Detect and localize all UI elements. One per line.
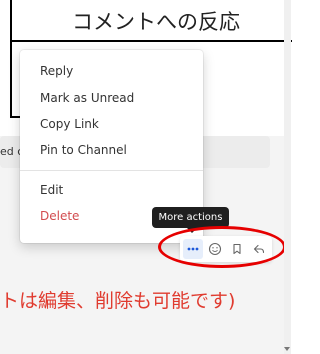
page-title: コメントへの反応 — [72, 10, 240, 34]
menu-divider — [20, 170, 203, 171]
callout-border-left — [10, 42, 12, 117]
title-callout: コメントへの反応 — [10, 0, 292, 42]
menu-item-pin-to-channel[interactable]: Pin to Channel — [40, 143, 127, 157]
scroll-down-icon[interactable] — [284, 347, 290, 351]
menu-item-mark-as-unread[interactable]: Mark as Unread — [40, 91, 134, 105]
menu-item-copy-link[interactable]: Copy Link — [40, 117, 99, 131]
highlight-oval — [158, 226, 286, 268]
menu-item-reply[interactable]: Reply — [40, 64, 73, 78]
annotation-text: トは編集、削除も可能です) — [0, 290, 236, 312]
more-actions-tooltip: More actions — [152, 207, 229, 228]
scrollbar[interactable] — [284, 0, 291, 354]
menu-item-edit[interactable]: Edit — [40, 183, 63, 197]
menu-item-delete[interactable]: Delete — [40, 209, 79, 223]
